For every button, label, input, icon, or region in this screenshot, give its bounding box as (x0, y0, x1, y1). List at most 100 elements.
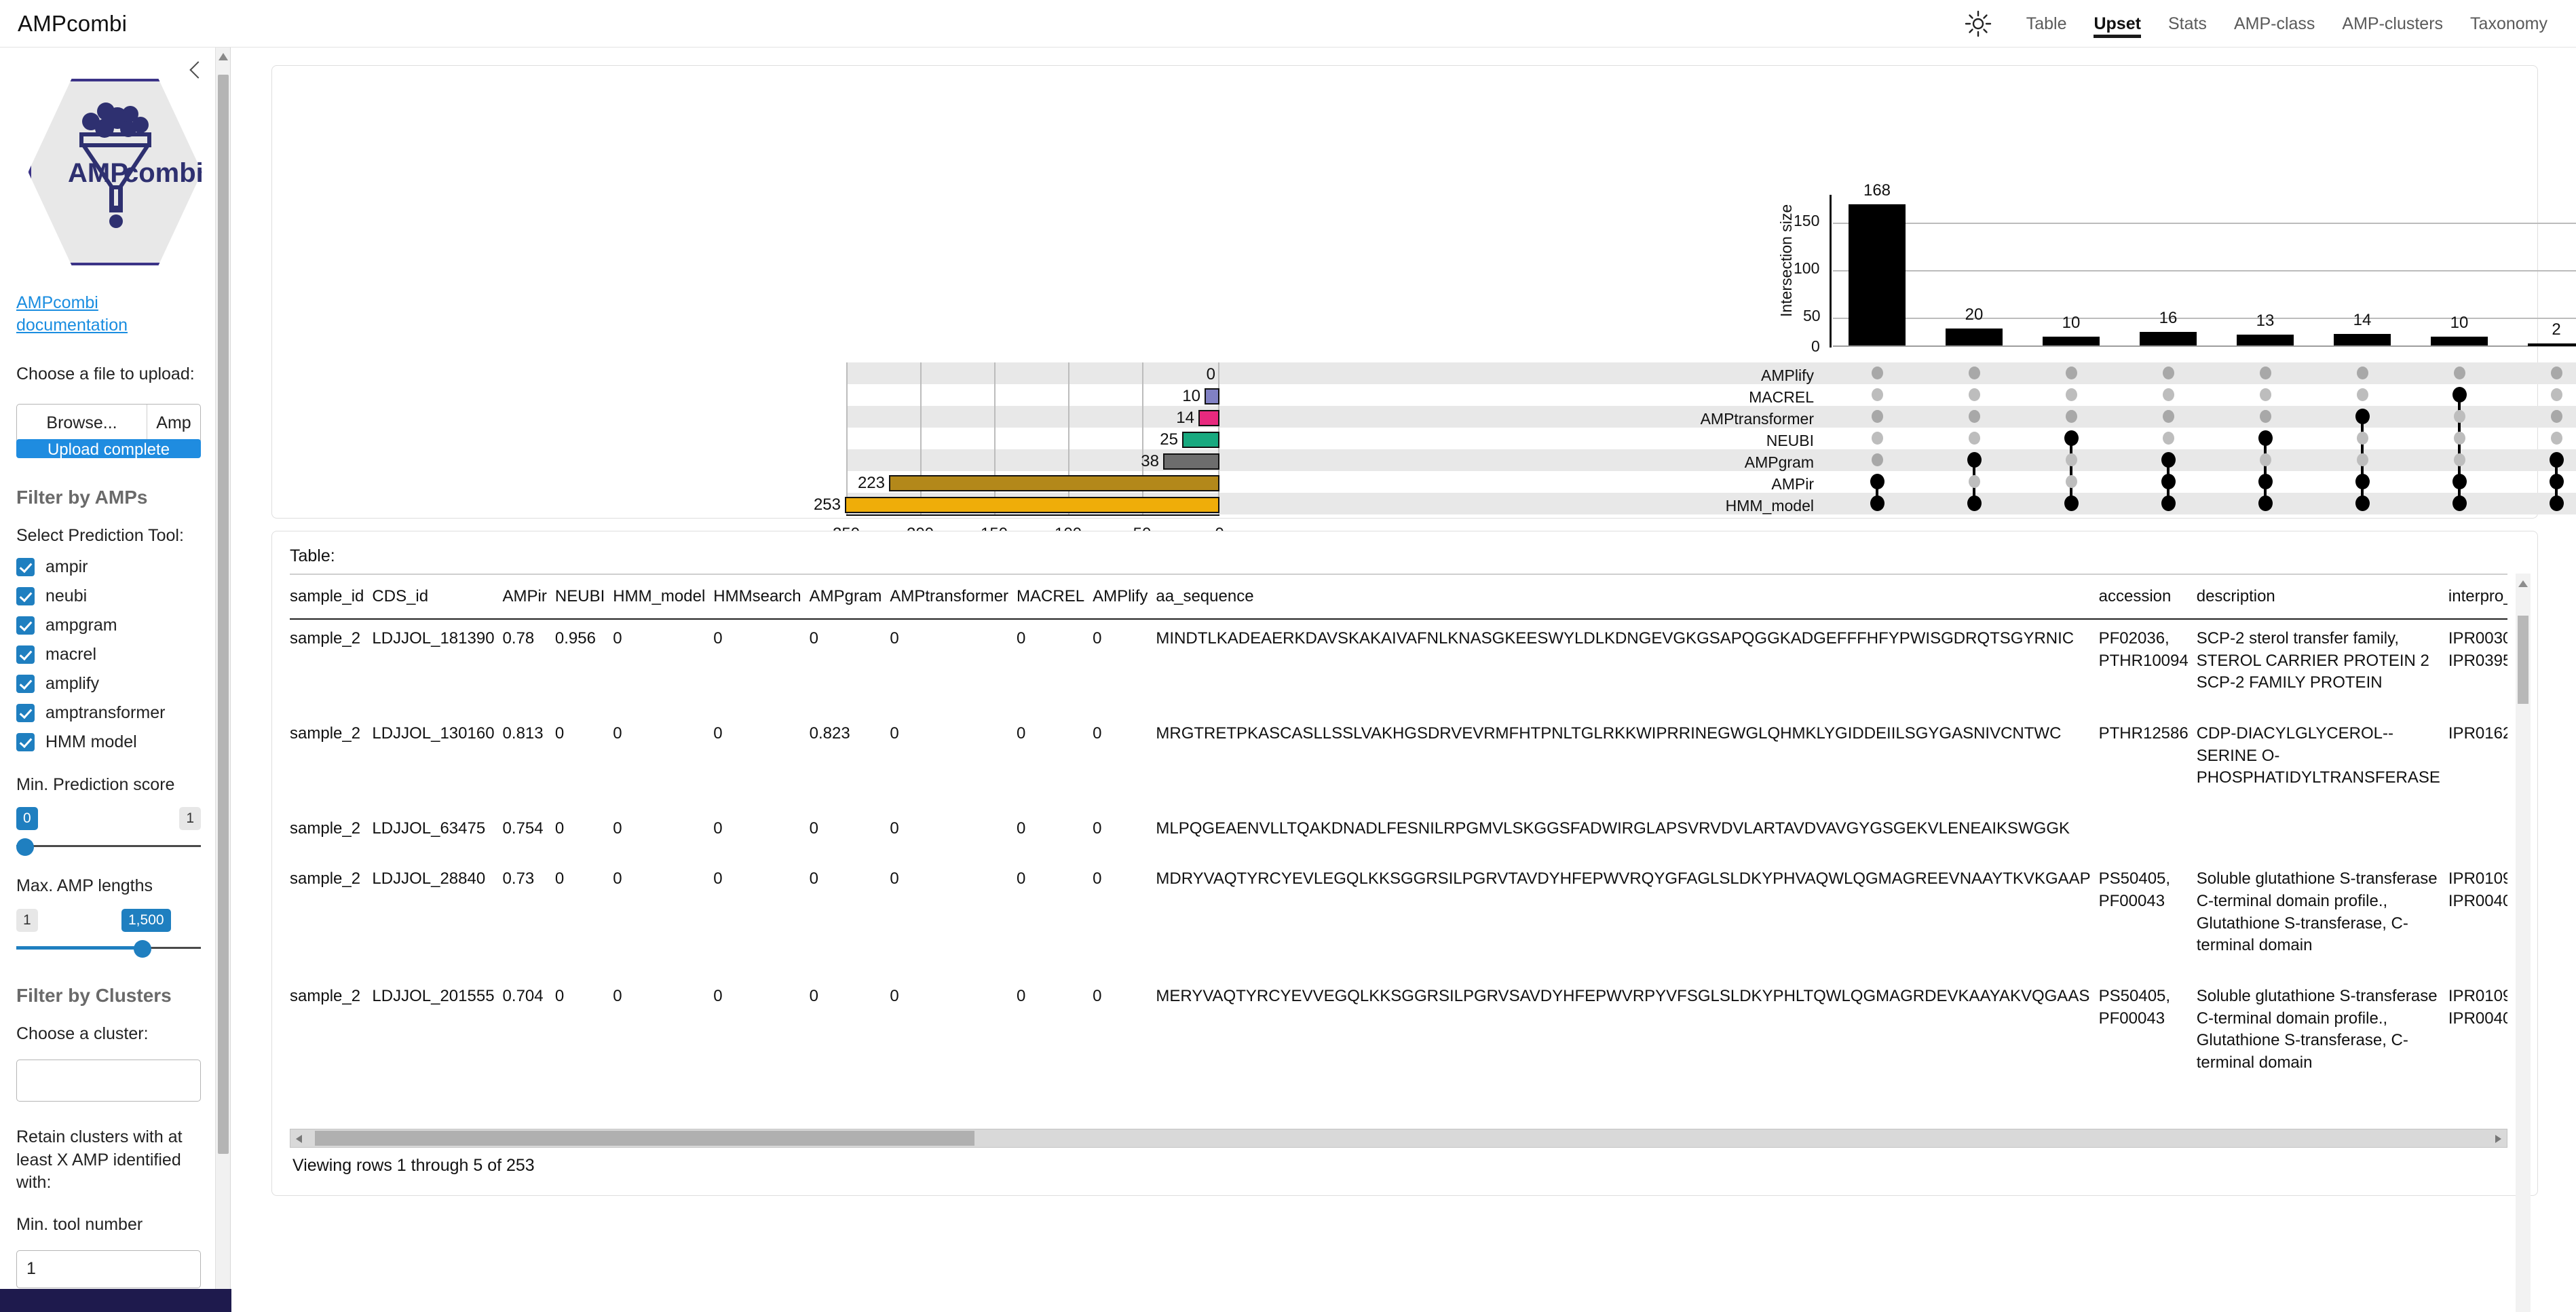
table-horizontal-scrollbar[interactable] (290, 1129, 2507, 1148)
checkbox-ampir[interactable]: ampir (16, 557, 230, 577)
set-label-amptransformer: AMPtransformer (1700, 410, 1814, 428)
set-bar-hmm-model[interactable] (845, 497, 1219, 513)
matrix-dot (2163, 410, 2174, 423)
intersection-bar-5[interactable] (2237, 335, 2294, 345)
tab-amp-class[interactable]: AMP-class (2220, 0, 2328, 48)
vertical-scrollbar-thumb[interactable] (2518, 616, 2528, 704)
matrix-dot-active (2161, 495, 2176, 511)
tab-taxonomy[interactable]: Taxonomy (2457, 0, 2561, 48)
intersection-bar-1[interactable] (1849, 204, 1906, 345)
intersection-value-2: 20 (1965, 305, 1984, 324)
gridline-0 (1833, 345, 2576, 347)
col-accession[interactable]: accession (2098, 574, 2197, 620)
cell-accession: PS50405, PF00043 (2098, 869, 2171, 910)
matrix-dot-active (1870, 474, 1884, 489)
cell-aa-sequence: MLPQGEAENVLLTQAKDNADLFESNILRPGMVLSKGGSFA… (1156, 819, 2070, 838)
intersection-bar-7[interactable] (2431, 337, 2488, 345)
col-aa-sequence[interactable]: aa_sequence (1156, 574, 2099, 620)
max-amp-length-slider[interactable]: 1 1,500 (16, 909, 201, 958)
scroll-up-icon[interactable] (219, 53, 228, 60)
cluster-input[interactable] (16, 1059, 201, 1102)
cell-macrel: 0 (1017, 869, 1026, 888)
cell-amplify: 0 (1093, 724, 1102, 743)
slider-value-low: 1 (16, 909, 38, 932)
set-label-hmm-model: HMM_model (1725, 497, 1814, 514)
scroll-up-icon[interactable] (2518, 580, 2528, 587)
intersection-bar-8[interactable] (2528, 343, 2576, 346)
min-tool-number-input[interactable]: 1 (16, 1250, 201, 1288)
table-row[interactable]: sample_2 LDJJOL_130160 0.813 0 0 0 0.823… (290, 715, 2507, 810)
col-cds-id[interactable]: CDS_id (372, 574, 503, 620)
intersection-bar-4[interactable] (2140, 332, 2197, 345)
col-amplify[interactable]: AMPlify (1093, 574, 1156, 620)
table-row[interactable]: sample_2 LDJJOL_181390 0.78 0.956 0 0 0 … (290, 619, 2507, 715)
sidebar-scrollbar[interactable] (215, 48, 230, 1312)
scrollbar-thumb[interactable] (218, 75, 229, 1154)
set-bar-macrel[interactable] (1205, 388, 1219, 405)
slider-knob[interactable] (16, 838, 34, 857)
cell-hmm-model: 0 (613, 724, 622, 743)
col-macrel[interactable]: MACREL (1017, 574, 1093, 620)
table-vertical-scrollbar[interactable] (2516, 574, 2531, 1312)
sun-icon[interactable] (1963, 8, 1994, 39)
table-row[interactable]: sample_2 LDJJOL_63475 0.754 0 0 0 0 0 0 … (290, 810, 2507, 861)
intersection-bar-6[interactable] (2334, 334, 2391, 345)
matrix-dot (2260, 367, 2271, 379)
matrix-dot (1969, 432, 1980, 445)
col-neubi[interactable]: NEUBI (554, 574, 613, 620)
table-row[interactable]: sample_2 LDJJOL_28840 0.73 0 0 0 0 0 0 0… (290, 860, 2507, 977)
col-hmm-model[interactable]: HMM_model (613, 574, 714, 620)
table-row[interactable]: sample_2 LDJJOL_201555 0.704 0 0 0 0 0 0… (290, 977, 2507, 1095)
matrix-dot (1969, 367, 1980, 379)
col-ampir[interactable]: AMPir (502, 574, 555, 620)
min-prediction-score-slider[interactable]: 0 1 (16, 807, 201, 857)
col-hmmsearch[interactable]: HMMsearch (713, 574, 810, 620)
checkbox-label: amplify (45, 673, 100, 693)
checkbox-amptransformer[interactable]: amptransformer (16, 703, 230, 723)
col-description[interactable]: description (2196, 574, 2448, 620)
checkbox-label: ampir (45, 557, 88, 576)
file-upload-control[interactable]: Browse... Amp (16, 403, 201, 443)
col-amptransformer[interactable]: AMPtransformer (890, 574, 1017, 620)
gridline-100 (1833, 270, 2576, 271)
checkbox-hmm-model[interactable]: HMM model (16, 732, 230, 752)
checkbox-neubi[interactable]: neubi (16, 586, 230, 606)
set-label-amplify: AMPlify (1761, 367, 1814, 384)
results-table: sample_id CDS_id AMPir NEUBI HMM_model H… (290, 574, 2507, 1094)
col-sample-id[interactable]: sample_id (290, 574, 373, 620)
set-axis-line (846, 514, 1219, 516)
intersection-bar-2[interactable] (1946, 329, 2003, 345)
cell-sample-id: sample_2 (290, 986, 361, 1005)
cell-sample-id: sample_2 (290, 819, 361, 838)
col-ampgram[interactable]: AMPgram (809, 574, 890, 620)
browse-button[interactable]: Browse... (17, 404, 147, 443)
tab-stats[interactable]: Stats (2155, 0, 2220, 48)
scroll-left-icon[interactable] (296, 1135, 302, 1143)
documentation-link[interactable]: AMPcombi documentation (16, 292, 200, 336)
tab-amp-clusters[interactable]: AMP-clusters (2328, 0, 2457, 48)
cell-aa-sequence: MDRYVAQTYRCYEVLEGQLKKSGGRSILPGRVTAVDYHFE… (1156, 869, 2091, 888)
tab-table[interactable]: Table (2013, 0, 2081, 48)
table-viewport: sample_id CDS_id AMPir NEUBI HMM_model H… (290, 574, 2507, 1123)
matrix-dot-active (2452, 495, 2467, 511)
horizontal-scrollbar-thumb[interactable] (315, 1131, 974, 1146)
checkbox-macrel[interactable]: macrel (16, 645, 230, 664)
cell-ampgram: 0 (809, 819, 818, 838)
slider-knob[interactable] (134, 940, 151, 958)
set-bar-ampgram[interactable] (1163, 453, 1219, 470)
cell-ampir: 0.73 (502, 869, 535, 888)
cell-neubi: 0 (554, 986, 565, 1005)
set-bar-ampir[interactable] (889, 475, 1219, 491)
col-interpro-accession[interactable]: interpro_accession (2448, 574, 2507, 620)
tab-upset[interactable]: Upset (2080, 0, 2154, 48)
set-bar-amptransformer[interactable] (1198, 410, 1219, 426)
cell-amptransformer: 0 (890, 724, 899, 743)
checkbox-ampgram[interactable]: ampgram (16, 616, 230, 635)
matrix-dot-active (2355, 474, 2370, 489)
cell-cds-id: LDJJOL_181390 (372, 629, 495, 648)
intersection-bar-3[interactable] (2043, 337, 2100, 345)
scroll-right-icon[interactable] (2495, 1135, 2501, 1143)
matrix-dot-active (2258, 495, 2273, 511)
checkbox-amplify[interactable]: amplify (16, 674, 230, 694)
set-bar-neubi[interactable] (1182, 432, 1219, 448)
